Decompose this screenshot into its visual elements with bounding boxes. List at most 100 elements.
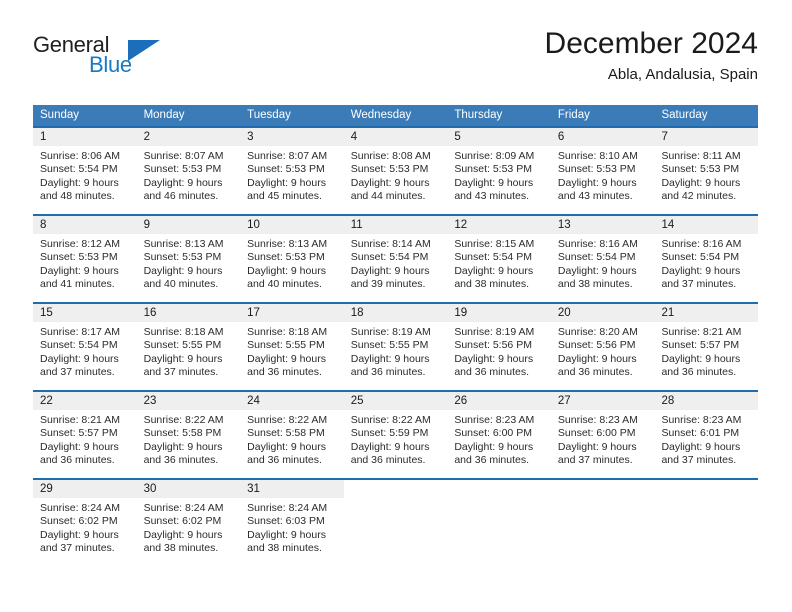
daylight-text-line2: and 37 minutes.	[143, 366, 219, 379]
sunrise-text: Sunrise: 8:09 AM	[454, 150, 535, 162]
sunrise-text: Sunrise: 8:15 AM	[454, 238, 535, 250]
sunrise-text: Sunrise: 8:17 AM	[40, 326, 120, 338]
day-details: Sunrise: 8:19 AM Sunset: 5:56 PM Dayligh…	[447, 322, 551, 380]
day-cell[interactable]: 22 Sunrise: 8:21 AM Sunset: 5:57 PM Dayl…	[33, 392, 137, 478]
day-cell[interactable]: 1 Sunrise: 8:06 AM Sunset: 5:54 PM Dayli…	[33, 128, 137, 214]
day-cell[interactable]: 2 Sunrise: 8:07 AM Sunset: 5:53 PM Dayli…	[136, 128, 241, 214]
sunrise-text: Sunrise: 8:23 AM	[557, 414, 638, 426]
sunset-text: Sunset: 5:55 PM	[143, 339, 222, 352]
day-cell[interactable]: 28 Sunrise: 8:23 AM Sunset: 6:01 PM Dayl…	[654, 392, 759, 478]
calendar-week-row: 22 Sunrise: 8:21 AM Sunset: 5:57 PM Dayl…	[33, 390, 759, 478]
daylight-text-line1: Daylight: 9 hours	[143, 528, 223, 541]
sunrise-text: Sunrise: 8:23 AM	[661, 414, 742, 426]
day-number: 1	[33, 128, 137, 146]
day-cell[interactable]: 11 Sunrise: 8:14 AM Sunset: 5:54 PM Dayl…	[343, 216, 448, 302]
day-number: 6	[550, 128, 655, 146]
day-cell[interactable]: 30 Sunrise: 8:24 AM Sunset: 6:02 PM Dayl…	[136, 480, 241, 566]
daylight-text-line2: and 36 minutes.	[350, 454, 426, 467]
page-header: General Blue December 2024 Abla, Andalus…	[33, 26, 758, 98]
day-number: 17	[240, 304, 344, 322]
day-cell[interactable]: 20 Sunrise: 8:20 AM Sunset: 5:56 PM Dayl…	[550, 304, 655, 390]
day-cell[interactable]: 19 Sunrise: 8:19 AM Sunset: 5:56 PM Dayl…	[447, 304, 551, 390]
day-details: Sunrise: 8:07 AM Sunset: 5:53 PM Dayligh…	[240, 146, 344, 204]
day-number: 27	[550, 392, 655, 410]
day-cell[interactable]: 29 Sunrise: 8:24 AM Sunset: 6:02 PM Dayl…	[33, 480, 137, 566]
day-cell[interactable]: 6 Sunrise: 8:10 AM Sunset: 5:53 PM Dayli…	[550, 128, 655, 214]
day-number: 12	[447, 216, 551, 234]
daylight-text-line2: and 40 minutes.	[247, 278, 322, 291]
daylight-text-line1: Daylight: 9 hours	[661, 264, 741, 277]
sunrise-text: Sunrise: 8:06 AM	[40, 150, 120, 162]
day-cell[interactable]: 8 Sunrise: 8:12 AM Sunset: 5:53 PM Dayli…	[33, 216, 137, 302]
day-cell[interactable]: 3 Sunrise: 8:07 AM Sunset: 5:53 PM Dayli…	[240, 128, 344, 214]
day-number: 10	[240, 216, 344, 234]
day-details: Sunrise: 8:23 AM Sunset: 6:01 PM Dayligh…	[654, 410, 758, 468]
daylight-text-line2: and 36 minutes.	[40, 454, 115, 467]
day-cell[interactable]: 4 Sunrise: 8:08 AM Sunset: 5:53 PM Dayli…	[343, 128, 448, 214]
sunset-text: Sunset: 5:53 PM	[661, 163, 740, 176]
sunrise-text: Sunrise: 8:18 AM	[143, 326, 224, 338]
day-number	[550, 480, 655, 498]
daylight-text-line2: and 36 minutes.	[454, 454, 530, 467]
sunset-text: Sunset: 5:57 PM	[661, 339, 740, 352]
day-number: 19	[447, 304, 551, 322]
sunrise-text: Sunrise: 8:13 AM	[247, 238, 328, 250]
day-cell[interactable]: 18 Sunrise: 8:19 AM Sunset: 5:55 PM Dayl…	[343, 304, 448, 390]
day-cell[interactable]: 16 Sunrise: 8:18 AM Sunset: 5:55 PM Dayl…	[136, 304, 241, 390]
daylight-text-line1: Daylight: 9 hours	[454, 176, 534, 189]
sunrise-text: Sunrise: 8:20 AM	[557, 326, 638, 338]
day-number: 11	[343, 216, 448, 234]
day-details: Sunrise: 8:18 AM Sunset: 5:55 PM Dayligh…	[137, 322, 241, 380]
day-cell[interactable]: 17 Sunrise: 8:18 AM Sunset: 5:55 PM Dayl…	[240, 304, 344, 390]
day-number: 14	[654, 216, 759, 234]
day-number: 18	[343, 304, 448, 322]
daylight-text-line2: and 46 minutes.	[143, 190, 219, 203]
day-cell[interactable]: 24 Sunrise: 8:22 AM Sunset: 5:58 PM Dayl…	[240, 392, 344, 478]
day-cell[interactable]: 5 Sunrise: 8:09 AM Sunset: 5:53 PM Dayli…	[447, 128, 551, 214]
sunrise-text: Sunrise: 8:21 AM	[661, 326, 742, 338]
day-cell[interactable]: 27 Sunrise: 8:23 AM Sunset: 6:00 PM Dayl…	[550, 392, 655, 478]
day-number: 24	[240, 392, 344, 410]
weekday-header-row: Sunday Monday Tuesday Wednesday Thursday…	[33, 105, 758, 126]
day-details: Sunrise: 8:15 AM Sunset: 5:54 PM Dayligh…	[447, 234, 551, 292]
daylight-text-line1: Daylight: 9 hours	[454, 352, 534, 365]
sunset-text: Sunset: 5:53 PM	[454, 163, 532, 176]
day-details: Sunrise: 8:07 AM Sunset: 5:53 PM Dayligh…	[137, 146, 241, 204]
day-details: Sunrise: 8:06 AM Sunset: 5:54 PM Dayligh…	[33, 146, 137, 204]
day-details: Sunrise: 8:23 AM Sunset: 6:00 PM Dayligh…	[447, 410, 551, 468]
weekday-header-thursday: Thursday	[454, 109, 503, 121]
daylight-text-line2: and 38 minutes.	[557, 278, 633, 291]
daylight-text-line1: Daylight: 9 hours	[661, 440, 741, 453]
title-block: December 2024 Abla, Andalusia, Spain	[545, 26, 758, 86]
day-cell[interactable]: 25 Sunrise: 8:22 AM Sunset: 5:59 PM Dayl…	[343, 392, 448, 478]
day-cell[interactable]: 26 Sunrise: 8:23 AM Sunset: 6:00 PM Dayl…	[447, 392, 551, 478]
day-number: 9	[136, 216, 241, 234]
day-details: Sunrise: 8:14 AM Sunset: 5:54 PM Dayligh…	[344, 234, 448, 292]
day-cell[interactable]: 10 Sunrise: 8:13 AM Sunset: 5:53 PM Dayl…	[240, 216, 344, 302]
day-cell[interactable]: 21 Sunrise: 8:21 AM Sunset: 5:57 PM Dayl…	[654, 304, 759, 390]
day-cell[interactable]: 31 Sunrise: 8:24 AM Sunset: 6:03 PM Dayl…	[240, 480, 344, 566]
sunrise-text: Sunrise: 8:22 AM	[247, 414, 328, 426]
day-details: Sunrise: 8:20 AM Sunset: 5:56 PM Dayligh…	[551, 322, 655, 380]
sunset-text: Sunset: 5:57 PM	[40, 427, 118, 440]
sunset-text: Sunset: 5:56 PM	[454, 339, 532, 352]
day-cell[interactable]: 12 Sunrise: 8:15 AM Sunset: 5:54 PM Dayl…	[447, 216, 551, 302]
day-cell[interactable]: 15 Sunrise: 8:17 AM Sunset: 5:54 PM Dayl…	[33, 304, 137, 390]
day-details: Sunrise: 8:22 AM Sunset: 5:58 PM Dayligh…	[240, 410, 344, 468]
day-cell[interactable]: 23 Sunrise: 8:22 AM Sunset: 5:58 PM Dayl…	[136, 392, 241, 478]
day-details: Sunrise: 8:23 AM Sunset: 6:00 PM Dayligh…	[551, 410, 655, 468]
day-details: Sunrise: 8:10 AM Sunset: 5:53 PM Dayligh…	[551, 146, 655, 204]
day-cell[interactable]: 7 Sunrise: 8:11 AM Sunset: 5:53 PM Dayli…	[654, 128, 759, 214]
sunset-text: Sunset: 5:59 PM	[350, 427, 429, 440]
day-cell-empty	[654, 480, 759, 566]
sunset-text: Sunset: 5:56 PM	[557, 339, 636, 352]
day-details: Sunrise: 8:17 AM Sunset: 5:54 PM Dayligh…	[33, 322, 137, 380]
day-cell[interactable]: 14 Sunrise: 8:16 AM Sunset: 5:54 PM Dayl…	[654, 216, 759, 302]
day-cell[interactable]: 13 Sunrise: 8:16 AM Sunset: 5:54 PM Dayl…	[550, 216, 655, 302]
weekday-header-sunday: Sunday	[40, 109, 80, 121]
sunset-text: Sunset: 6:00 PM	[454, 427, 532, 440]
weekday-header-tuesday: Tuesday	[247, 109, 291, 121]
day-number: 31	[240, 480, 344, 498]
day-details: Sunrise: 8:24 AM Sunset: 6:03 PM Dayligh…	[240, 498, 344, 556]
day-cell[interactable]: 9 Sunrise: 8:13 AM Sunset: 5:53 PM Dayli…	[136, 216, 241, 302]
